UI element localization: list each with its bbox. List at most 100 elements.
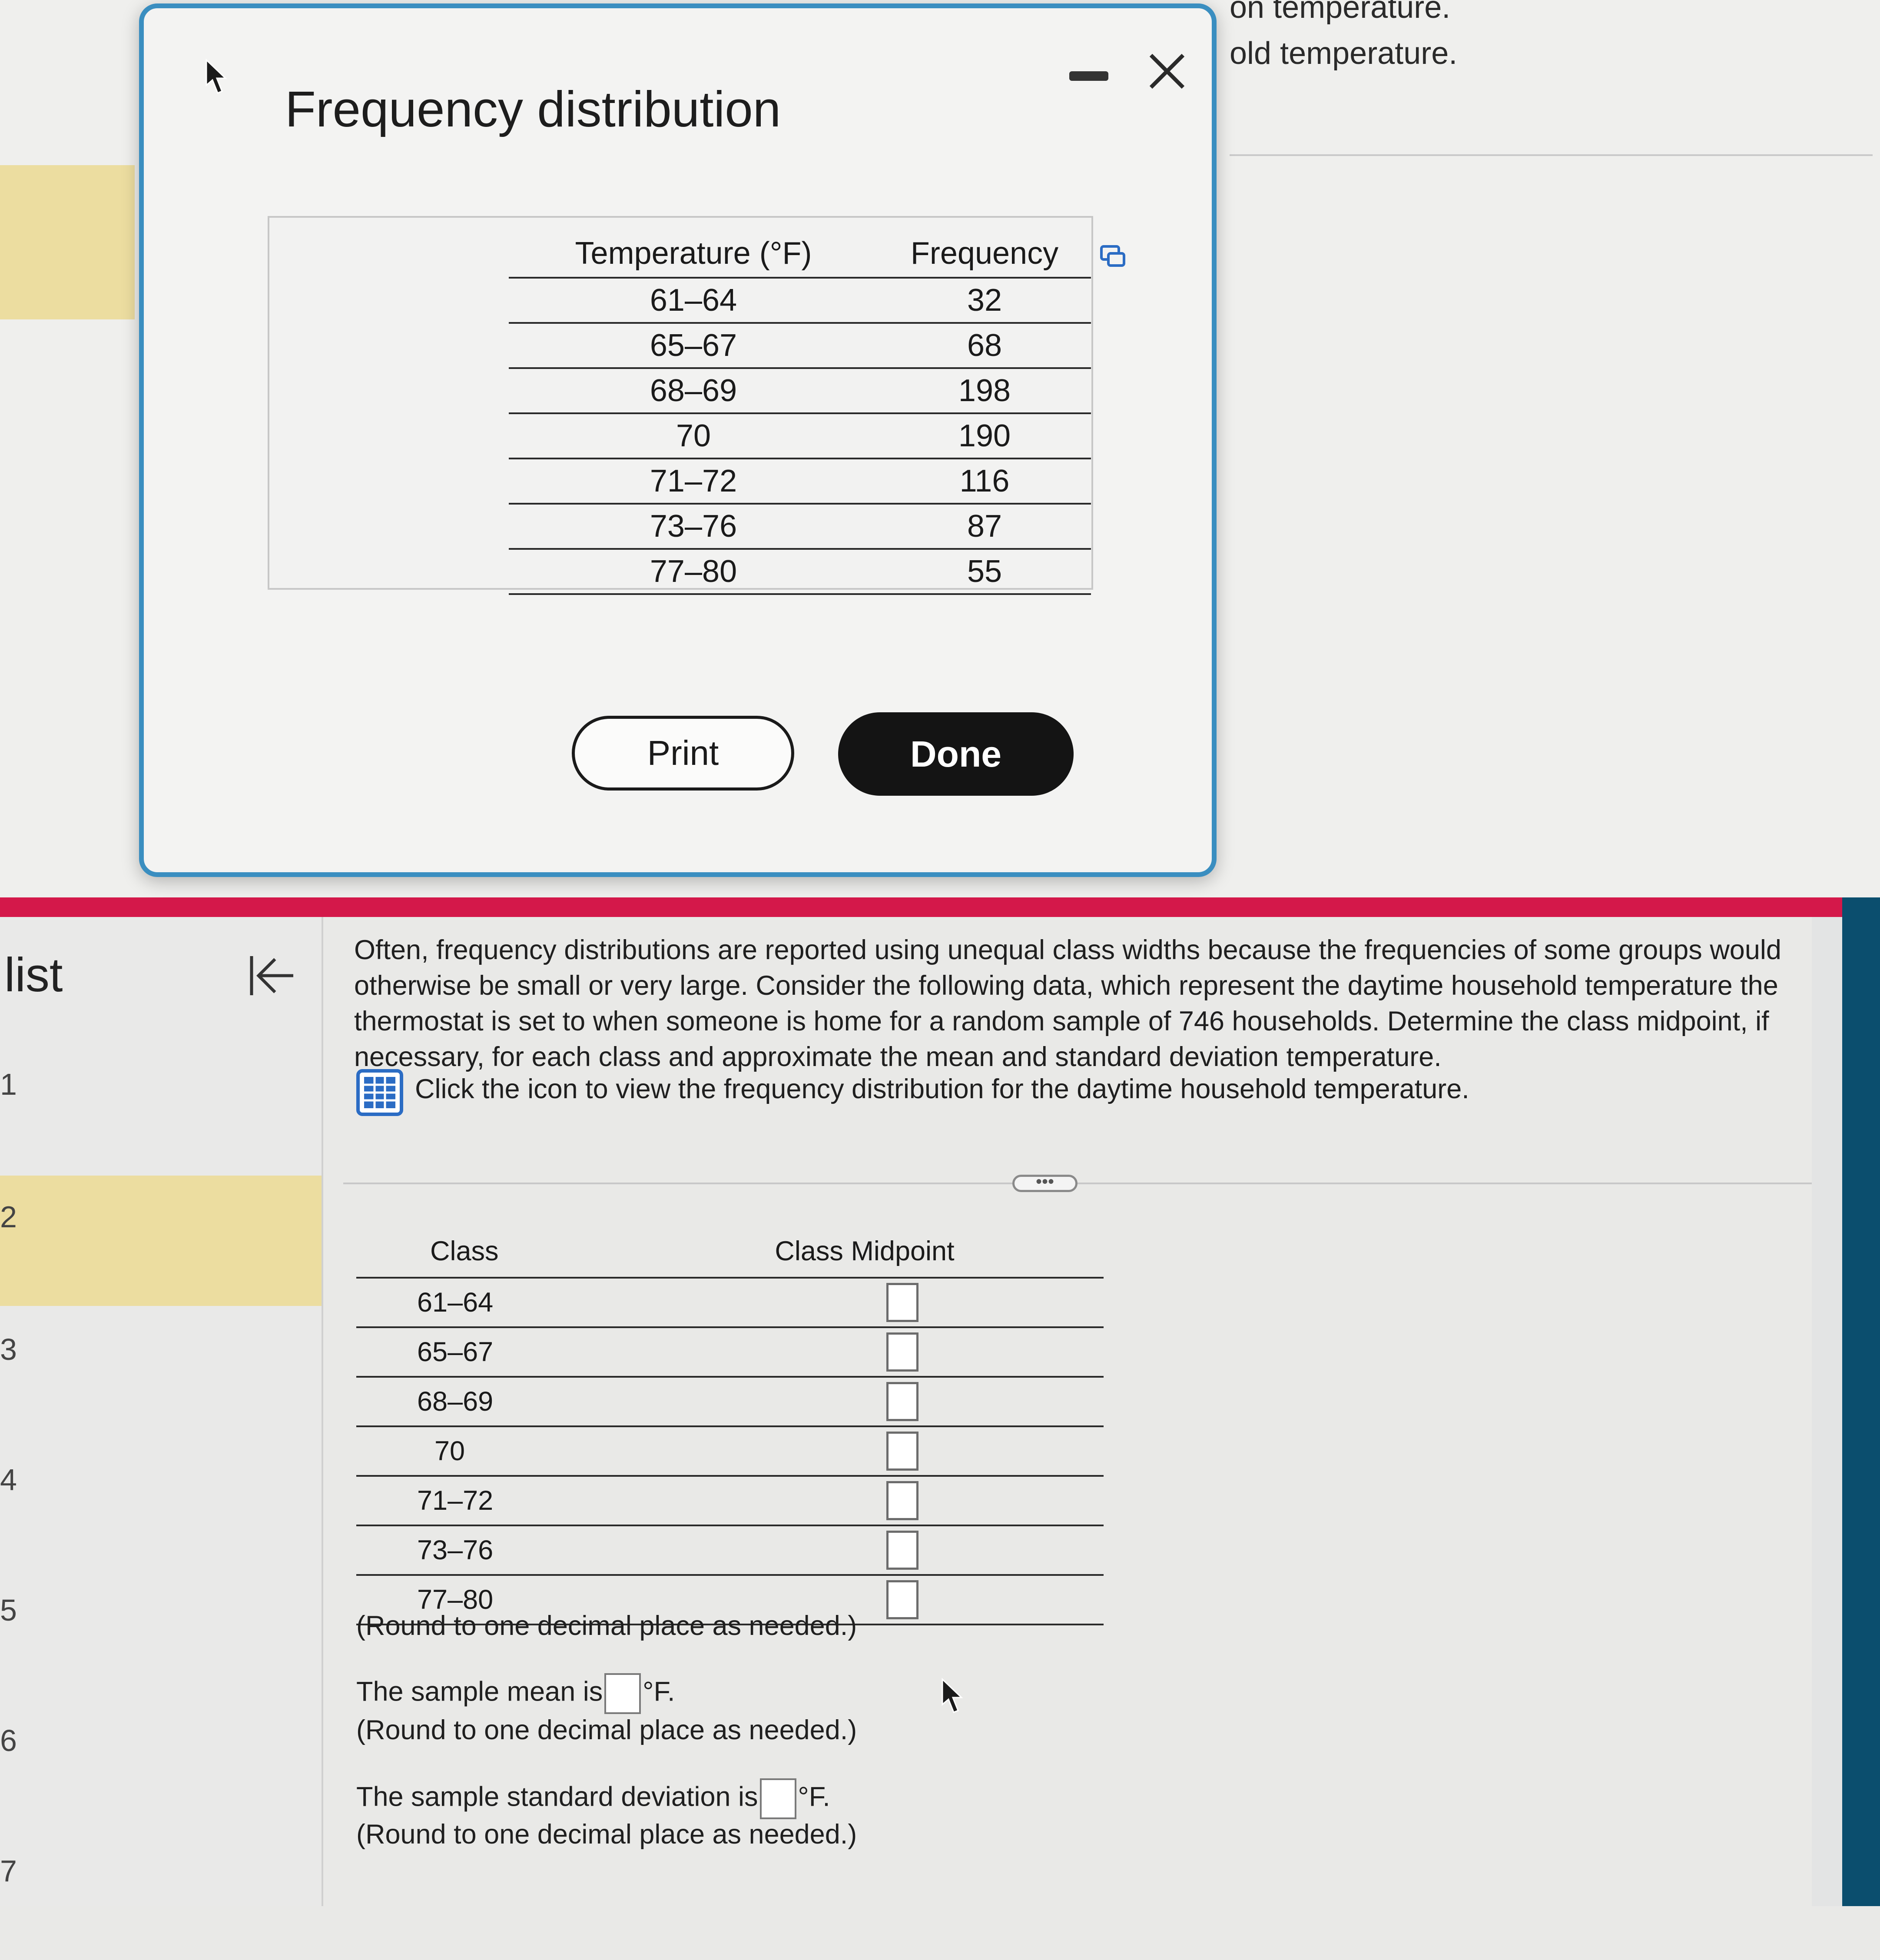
question-number: 7 [0, 1854, 17, 1888]
sd-input[interactable] [759, 1778, 796, 1819]
table-row: 71–72 [356, 1476, 1104, 1526]
midpoint-cell [626, 1278, 1104, 1328]
table-row: 65–67 68 [509, 323, 1091, 369]
midpoint-input[interactable] [886, 1580, 918, 1619]
temperature-cell: 70 [509, 413, 878, 459]
mouse-cursor-icon [206, 58, 227, 94]
table-row: 73–76 [356, 1525, 1104, 1576]
midpoint-input[interactable] [886, 1283, 918, 1322]
mean-input[interactable] [604, 1673, 641, 1714]
temperature-cell: 71–72 [509, 458, 878, 505]
question-list-label: list [4, 948, 63, 1002]
print-button[interactable]: Print [572, 716, 794, 791]
mean-suffix: °F. [643, 1676, 675, 1707]
temperature-cell: 65–67 [509, 323, 878, 369]
background-divider [1230, 154, 1873, 156]
sd-suffix: °F. [798, 1781, 830, 1812]
question-number: 4 [0, 1463, 17, 1497]
frequency-cell: 116 [878, 458, 1091, 505]
done-button[interactable]: Done [838, 712, 1074, 796]
midpoint-input[interactable] [886, 1332, 918, 1372]
minimize-icon[interactable] [1069, 71, 1108, 81]
frequency-cell: 68 [878, 323, 1091, 369]
question-number: 3 [0, 1332, 17, 1366]
divider [343, 1183, 1812, 1184]
copy-icon[interactable] [1100, 243, 1127, 270]
midpoint-cell [626, 1377, 1104, 1427]
midpoint-input[interactable] [886, 1382, 918, 1421]
right-gutter [1812, 917, 1842, 1906]
table-row: 68–69 198 [509, 368, 1091, 414]
background-text-2: old temperature. [1230, 36, 1458, 71]
table-row: 73–76 87 [509, 504, 1091, 550]
frequency-cell: 55 [878, 549, 1091, 595]
temperature-cell: 68–69 [509, 368, 878, 414]
question-item-7[interactable]: 7 [0, 1830, 322, 1960]
midpoint-cell [626, 1327, 1104, 1378]
frequency-cell: 190 [878, 413, 1091, 459]
question-item-1[interactable]: 1 [0, 1043, 322, 1173]
question-item-5[interactable]: 5 [0, 1569, 322, 1699]
sd-sentence: The sample standard deviation is °F. [356, 1778, 830, 1819]
table-header-row: Class Class Midpoint [356, 1226, 1104, 1279]
frequency-cell: 87 [878, 504, 1091, 550]
midpoint-cell [626, 1525, 1104, 1576]
mean-prefix: The sample mean is [356, 1676, 603, 1707]
question-item-2[interactable]: 2 [0, 1176, 322, 1306]
class-cell: 65–67 [356, 1327, 626, 1378]
question-item-3[interactable]: 3 [0, 1308, 322, 1438]
round-note: (Round to one decimal place as needed.) [356, 1715, 857, 1745]
right-panel-edge [1842, 897, 1880, 1906]
table-header-row: Temperature (°F) Frequency [509, 230, 1091, 279]
question-item-6[interactable]: 6 [0, 1699, 322, 1830]
midpoint-input[interactable] [886, 1432, 918, 1471]
table-row: 71–72 116 [509, 458, 1091, 505]
column-header-midpoint: Class Midpoint [626, 1226, 1104, 1279]
dialog-title: Frequency distribution [285, 81, 781, 137]
column-header-class: Class [356, 1226, 626, 1279]
round-note: (Round to one decimal place as needed.) [356, 1819, 857, 1850]
temperature-cell: 77–80 [509, 549, 878, 595]
column-header-temperature: Temperature (°F) [509, 230, 878, 279]
question-item-4[interactable]: 4 [0, 1438, 322, 1569]
question-number: 6 [0, 1724, 17, 1757]
midpoint-input[interactable] [886, 1481, 918, 1520]
midpoint-cell [626, 1476, 1104, 1526]
table-row: 68–69 [356, 1377, 1104, 1427]
class-cell: 70 [356, 1426, 626, 1477]
table-row: 77–80 55 [509, 549, 1091, 595]
close-icon[interactable] [1143, 47, 1191, 95]
table-row: 65–67 [356, 1327, 1104, 1378]
table-icon[interactable] [356, 1069, 403, 1116]
frequency-cell: 198 [878, 368, 1091, 414]
more-button[interactable]: ••• [1012, 1173, 1078, 1192]
table-row: 61–64 32 [509, 278, 1091, 324]
frequency-table: Temperature (°F) Frequency 61–64 32 65–67… [509, 230, 1091, 595]
collapse-sidebar-icon[interactable] [245, 952, 298, 1000]
question-number: 1 [0, 1067, 17, 1101]
temperature-cell: 61–64 [509, 278, 878, 324]
round-note: (Round to one decimal place as needed.) [356, 1611, 857, 1641]
mean-sentence: The sample mean is °F. [356, 1673, 675, 1714]
temperature-cell: 73–76 [509, 504, 878, 550]
class-cell: 61–64 [356, 1278, 626, 1328]
sd-prefix: The sample standard deviation is [356, 1781, 758, 1812]
table-row: 70 190 [509, 413, 1091, 459]
header-bar [0, 897, 1842, 917]
midpoint-table: Class Class Midpoint 61–64 65–67 68–69 7… [356, 1226, 1104, 1625]
class-cell: 71–72 [356, 1476, 626, 1526]
view-data-link[interactable]: Click the icon to view the frequency dis… [415, 1073, 1469, 1105]
class-cell: 73–76 [356, 1525, 626, 1576]
question-text: Often, frequency distributions are repor… [354, 935, 1781, 1072]
background-highlight [0, 165, 135, 319]
mouse-cursor-icon [942, 1678, 963, 1713]
table-row: 61–64 [356, 1278, 1104, 1328]
background-text-1: on temperature. [1230, 0, 1451, 25]
table-row: 70 [356, 1426, 1104, 1477]
midpoint-input[interactable] [886, 1531, 918, 1570]
question-number: 5 [0, 1593, 17, 1627]
frequency-cell: 32 [878, 278, 1091, 324]
midpoint-cell [626, 1426, 1104, 1477]
frequency-distribution-dialog: Frequency distribution Temperature (°F) … [139, 3, 1217, 877]
column-header-frequency: Frequency [878, 230, 1091, 279]
